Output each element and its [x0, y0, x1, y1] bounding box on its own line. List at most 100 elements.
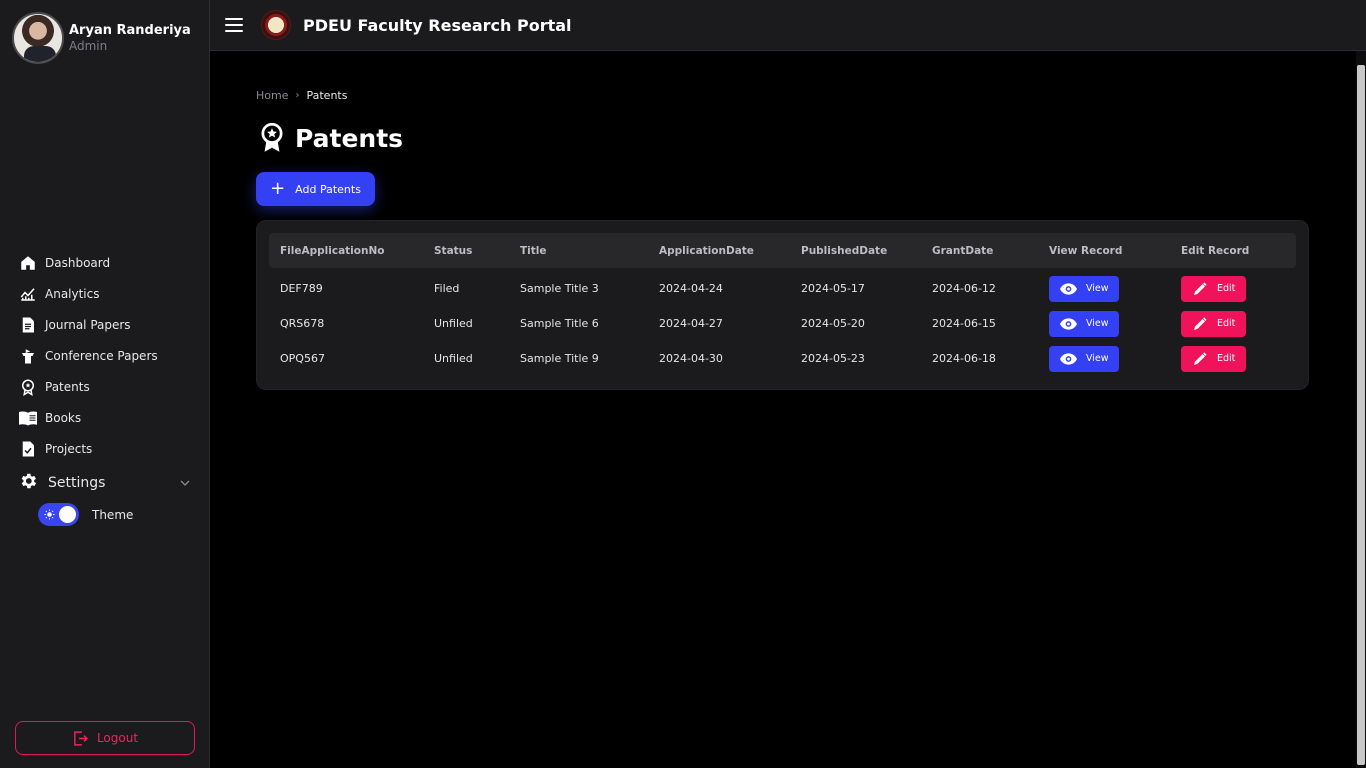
sidebar-item-analytics[interactable]: Analytics [18, 278, 198, 309]
column-header: View Record [1049, 244, 1123, 257]
gear-icon [18, 471, 38, 495]
edit-button[interactable]: Edit [1181, 345, 1246, 372]
column-header: Status [434, 244, 473, 257]
home-icon [18, 253, 38, 273]
cell-published-date: 2024-05-17 [801, 282, 865, 295]
pencil-icon [1194, 281, 1207, 295]
profile-text: Aryan Randeriya Admin [69, 23, 191, 54]
sidebar-item-books[interactable]: Books [18, 402, 198, 433]
view-button[interactable]: View [1049, 275, 1119, 302]
app-title: PDEU Faculty Research Portal [303, 15, 572, 35]
patents-table: FileApplicationNo Status Title Applicati… [256, 220, 1309, 390]
sidebar-item-label: Projects [45, 441, 93, 456]
view-label: View [1086, 283, 1109, 294]
cell-grant-date: 2024-06-12 [932, 282, 996, 295]
cell-published-date: 2024-05-20 [801, 317, 865, 330]
logout-label: Logout [96, 731, 139, 745]
cell-application-date: 2024-04-27 [659, 317, 723, 330]
add-patents-label: Add Patents [295, 182, 361, 196]
view-cell: View [1049, 271, 1119, 306]
sidebar-item-label: Journal Papers [45, 317, 131, 332]
clipboard-check-icon [18, 439, 38, 459]
theme-toggle[interactable] [38, 503, 79, 526]
breadcrumb-current: Patents [306, 89, 348, 102]
topbar: PDEU Faculty Research Portal [210, 0, 1366, 51]
chevron-down-icon [180, 480, 190, 486]
breadcrumb-home[interactable]: Home [256, 89, 288, 102]
analytics-icon [18, 284, 38, 304]
edit-label: Edit [1217, 353, 1236, 364]
edit-cell: Edit [1181, 271, 1246, 306]
column-header: FileApplicationNo [280, 244, 385, 257]
cell-file-application-no: QRS678 [280, 317, 325, 330]
sidebar-item-conference-papers[interactable]: Conference Papers [18, 340, 198, 371]
document-icon [18, 315, 38, 335]
page-title: Patents [295, 123, 404, 153]
sidebar-item-label: Dashboard [45, 255, 111, 270]
podium-icon [18, 346, 38, 366]
cell-application-date: 2024-04-30 [659, 352, 723, 365]
view-button[interactable]: View [1049, 345, 1119, 372]
chevron-right-icon: › [295, 90, 300, 101]
sidebar-item-label: Analytics [45, 286, 100, 301]
user-role: Admin [69, 38, 108, 53]
add-patents-button[interactable]: + Add Patents [256, 172, 375, 206]
column-header: Title [520, 244, 547, 257]
view-cell: View [1049, 341, 1119, 376]
sidebar-item-patents[interactable]: Patents [18, 371, 198, 402]
edit-button[interactable]: Edit [1181, 310, 1246, 337]
cell-file-application-no: OPQ567 [280, 352, 325, 365]
view-button[interactable]: View [1049, 310, 1119, 337]
pencil-icon [1194, 351, 1207, 365]
user-profile[interactable]: Aryan Randeriya Admin [12, 12, 191, 64]
award-icon [261, 122, 283, 152]
plus-icon: + [270, 178, 286, 199]
settings-label: Settings [48, 475, 106, 491]
column-header: ApplicationDate [659, 244, 754, 257]
breadcrumb: Home › Patents [256, 89, 347, 102]
scrollbar[interactable] [1356, 51, 1366, 768]
book-icon [18, 408, 38, 428]
cell-grant-date: 2024-06-15 [932, 317, 996, 330]
cell-title: Sample Title 3 [520, 282, 599, 295]
table-row: QRS678 Unfiled Sample Title 6 2024-04-27… [269, 306, 1296, 341]
logout-icon [74, 730, 88, 746]
sidebar-item-label: Books [45, 410, 82, 425]
cell-status: Unfiled [434, 317, 473, 330]
cell-grant-date: 2024-06-18 [932, 352, 996, 365]
cell-file-application-no: DEF789 [280, 282, 323, 295]
sidebar-item-label: Patents [45, 379, 90, 394]
column-header: Edit Record [1181, 244, 1250, 257]
cell-title: Sample Title 6 [520, 317, 599, 330]
edit-button[interactable]: Edit [1181, 275, 1246, 302]
sidebar-item-settings[interactable]: Settings [18, 466, 198, 500]
edit-cell: Edit [1181, 306, 1246, 341]
sidebar-item-projects[interactable]: Projects [18, 433, 198, 464]
scrollbar-thumb[interactable] [1357, 65, 1365, 765]
sun-icon [44, 509, 55, 520]
university-logo [261, 10, 291, 40]
sidebar-item-journal-papers[interactable]: Journal Papers [18, 309, 198, 340]
page-title-row: Patents [258, 122, 403, 154]
sidebar-item-label: Conference Papers [45, 348, 158, 363]
cell-status: Unfiled [434, 352, 473, 365]
theme-label: Theme [92, 507, 134, 522]
view-label: View [1086, 353, 1109, 364]
view-cell: View [1049, 306, 1119, 341]
column-header: GrantDate [932, 244, 994, 257]
logout-button[interactable]: Logout [15, 721, 195, 755]
award-icon [18, 377, 38, 397]
table-row: OPQ567 Unfiled Sample Title 9 2024-04-30… [269, 341, 1296, 376]
cell-published-date: 2024-05-23 [801, 352, 865, 365]
view-label: View [1086, 318, 1109, 329]
table-row: DEF789 Filed Sample Title 3 2024-04-24 2… [269, 271, 1296, 306]
eye-icon [1060, 317, 1077, 330]
eye-icon [1060, 282, 1077, 295]
sidebar-nav: Dashboard Analytics Journal Papers Confe… [18, 247, 198, 500]
hamburger-menu-icon[interactable] [225, 18, 243, 32]
sidebar-item-dashboard[interactable]: Dashboard [18, 247, 198, 278]
edit-cell: Edit [1181, 341, 1246, 376]
theme-row: Theme [38, 503, 133, 526]
cell-status: Filed [434, 282, 460, 295]
sidebar: Aryan Randeriya Admin Dashboard Analytic… [0, 0, 210, 768]
